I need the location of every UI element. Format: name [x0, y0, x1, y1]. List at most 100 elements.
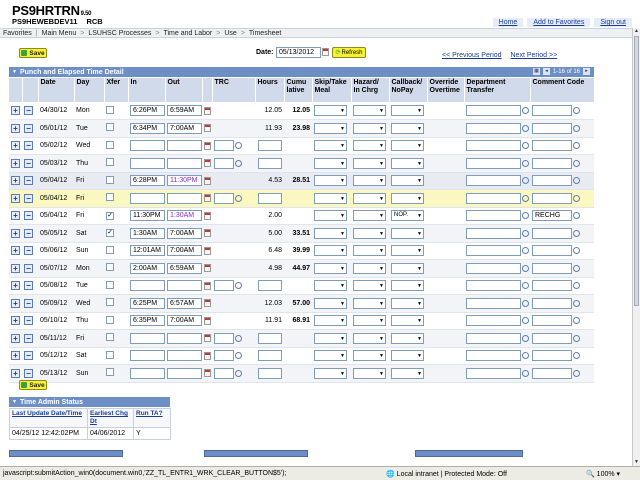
lookup-icon[interactable] [522, 177, 529, 185]
comment-code-input[interactable] [532, 262, 572, 274]
hazard-select[interactable]: ▼ [353, 332, 386, 344]
punch-in-input[interactable]: 6:25PM [130, 297, 165, 309]
collapse-icon[interactable]: ▼ [12, 69, 17, 75]
add-row-icon[interactable]: + [11, 246, 20, 256]
remove-row-icon[interactable]: − [24, 193, 33, 203]
punch-in-input[interactable] [130, 280, 165, 292]
punch-in-input[interactable]: 11:30PM [130, 210, 165, 222]
department-transfer-input[interactable] [466, 122, 521, 134]
nav-time-and-labor[interactable]: Time and Labor [163, 30, 212, 37]
xfer-checkbox[interactable] [106, 263, 114, 272]
last-page-icon[interactable]: ▸ [583, 68, 590, 75]
skip-take-meal-select[interactable]: ▼ [314, 245, 347, 257]
department-transfer-input[interactable] [466, 210, 521, 222]
calendar-icon[interactable] [204, 106, 211, 115]
calendar-icon[interactable] [204, 334, 211, 343]
callback-select[interactable]: ▼ [391, 122, 424, 134]
lookup-icon[interactable] [522, 142, 529, 150]
lookup-icon[interactable] [573, 107, 580, 114]
lookup-icon[interactable] [573, 352, 580, 360]
calendar-icon[interactable] [204, 281, 211, 290]
calendar-icon[interactable] [204, 246, 211, 255]
lookup-icon[interactable] [522, 194, 529, 202]
skip-take-meal-select[interactable]: ▼ [314, 210, 347, 222]
punch-out-input[interactable]: 7:00AM [167, 227, 202, 239]
xfer-checkbox[interactable] [106, 315, 114, 324]
lookup-icon[interactable] [522, 264, 529, 272]
lookup-icon[interactable] [522, 299, 529, 307]
hours-input[interactable] [258, 157, 282, 169]
remove-row-icon[interactable]: − [24, 228, 33, 238]
punch-in-input[interactable]: 6:26PM [130, 105, 165, 116]
punch-in-input[interactable] [130, 350, 165, 362]
lookup-icon[interactable] [235, 282, 242, 290]
hazard-select[interactable]: ▼ [353, 105, 386, 116]
add-row-icon[interactable]: + [11, 263, 20, 273]
skip-take-meal-select[interactable]: ▼ [314, 175, 347, 187]
remove-row-icon[interactable]: − [24, 368, 33, 378]
comment-code-input[interactable]: RECHG [532, 210, 572, 222]
zoom-level[interactable]: 🔍 100% ▾ [586, 470, 620, 478]
trc-input[interactable] [214, 367, 234, 379]
xfer-checkbox[interactable] [106, 350, 114, 359]
nav-lsuhsc-processes[interactable]: LSUHSC Processes [88, 30, 151, 37]
comment-code-input[interactable] [532, 175, 572, 187]
trc-input[interactable] [214, 280, 234, 292]
xfer-checkbox[interactable] [106, 280, 114, 289]
xfer-checkbox[interactable] [106, 123, 114, 132]
first-page-icon[interactable]: ◂ [542, 68, 550, 75]
hazard-select[interactable]: ▼ [353, 280, 386, 292]
hazard-select[interactable]: ▼ [353, 175, 386, 187]
skip-take-meal-select[interactable]: ▼ [314, 262, 347, 274]
lookup-icon[interactable] [235, 369, 242, 377]
punch-in-input[interactable]: 6:28PM [130, 175, 165, 187]
add-row-icon[interactable]: + [11, 141, 20, 151]
lookup-icon[interactable] [573, 229, 580, 237]
callback-select[interactable]: ▼ [391, 245, 424, 257]
lookup-icon[interactable] [522, 352, 529, 360]
add-row-icon[interactable]: + [11, 333, 20, 343]
xfer-checkbox[interactable] [106, 193, 114, 202]
remove-row-icon[interactable]: − [24, 141, 33, 151]
comment-code-input[interactable] [532, 280, 572, 292]
hazard-select[interactable]: ▼ [353, 245, 386, 257]
page-scrollbar[interactable]: ▲ ▼ [632, 28, 640, 466]
department-transfer-input[interactable] [466, 245, 521, 257]
remove-row-icon[interactable]: − [24, 246, 33, 256]
add-row-icon[interactable]: + [11, 106, 20, 115]
punch-in-input[interactable] [130, 192, 165, 204]
skip-take-meal-select[interactable]: ▼ [314, 227, 347, 239]
remove-row-icon[interactable]: − [24, 351, 33, 361]
lookup-icon[interactable] [235, 159, 242, 167]
department-transfer-input[interactable] [466, 227, 521, 239]
hazard-select[interactable]: ▼ [353, 367, 386, 379]
lookup-icon[interactable] [235, 334, 242, 342]
add-to-favorites-link[interactable]: Add to Favorites [527, 18, 591, 27]
skip-take-meal-select[interactable]: ▼ [314, 280, 347, 292]
lookup-icon[interactable] [522, 317, 529, 325]
hours-input[interactable] [258, 140, 282, 152]
nav-timesheet[interactable]: Timesheet [249, 30, 281, 37]
nav-use[interactable]: Use [224, 30, 236, 37]
calendar-icon[interactable] [204, 141, 211, 150]
callback-select[interactable]: ▼ [391, 227, 424, 239]
hazard-select[interactable]: ▼ [353, 350, 386, 362]
xfer-checkbox[interactable] [106, 298, 114, 307]
comment-code-input[interactable] [532, 227, 572, 239]
hours-input[interactable] [258, 280, 282, 292]
callback-select[interactable]: ▼ [391, 140, 424, 152]
run-ta-header[interactable]: Run TA? [133, 408, 171, 428]
department-transfer-input[interactable] [466, 140, 521, 152]
comment-code-input[interactable] [532, 192, 572, 204]
department-transfer-input[interactable] [466, 350, 521, 362]
hazard-select[interactable]: ▼ [353, 262, 386, 274]
hazard-select[interactable]: ▼ [353, 140, 386, 152]
scroll-up-icon[interactable]: ▲ [633, 28, 640, 35]
comment-code-input[interactable] [532, 245, 572, 257]
trc-input[interactable] [214, 157, 234, 169]
collapse-icon[interactable]: ▼ [12, 399, 17, 405]
hazard-select[interactable]: ▼ [353, 122, 386, 134]
collapsed-panel-3[interactable] [415, 450, 523, 457]
department-transfer-input[interactable] [466, 105, 521, 116]
scroll-thumb[interactable] [634, 36, 639, 306]
